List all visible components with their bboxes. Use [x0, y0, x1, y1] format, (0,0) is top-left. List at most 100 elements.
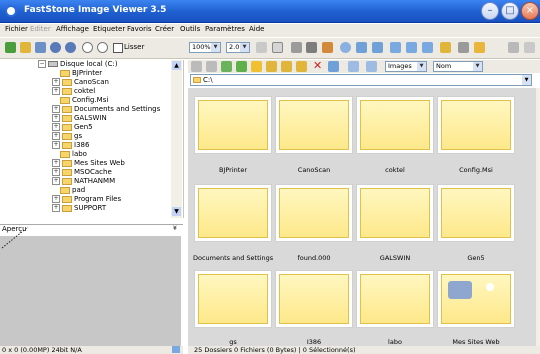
favorites-icon[interactable] [474, 42, 485, 53]
menu-favoris[interactable]: Favoris [127, 25, 152, 33]
open-folder-icon[interactable] [20, 42, 31, 53]
email-icon[interactable] [372, 42, 383, 53]
menu-affichage[interactable]: Affichage [56, 25, 89, 33]
menu-fichier[interactable]: Fichier [5, 25, 28, 33]
delete-icon[interactable]: ✕ [313, 59, 322, 72]
back-icon[interactable] [191, 61, 202, 72]
menu-etiqueter[interactable]: Etiqueter [93, 25, 125, 33]
tree-node[interactable]: + I386 [52, 141, 89, 150]
thumbnail[interactable] [356, 96, 434, 154]
tree-node[interactable]: BJPrinter [60, 69, 102, 78]
thumbnail-label: Documents and Settings [193, 254, 274, 262]
lisser-checkbox[interactable] [113, 43, 123, 53]
select-icon[interactable] [272, 42, 283, 53]
path-value: C:\ [203, 76, 213, 84]
tree-node[interactable]: + Program Files [52, 195, 121, 204]
save-icon[interactable] [35, 42, 46, 53]
panel-icon[interactable] [172, 346, 180, 353]
thumbnail[interactable] [437, 96, 515, 154]
zoom-out-icon[interactable] [97, 42, 108, 53]
layout-icon[interactable] [508, 42, 519, 53]
print-icon[interactable] [458, 42, 469, 53]
minimize-button[interactable]: – [481, 2, 499, 20]
path-dropdown-icon[interactable]: ▼ [522, 75, 531, 85]
thumbnail[interactable] [194, 96, 272, 154]
close-button[interactable]: × [521, 2, 539, 20]
menu-outils[interactable]: Outils [180, 25, 200, 33]
tree-node[interactable]: + MSOCache [52, 168, 112, 177]
tree-node[interactable]: + Gen5 [52, 123, 93, 132]
details-view-icon[interactable] [366, 61, 377, 72]
thumbnail[interactable] [275, 184, 353, 242]
tree-node[interactable]: + Documents and Settings [52, 105, 160, 114]
draw-icon[interactable] [322, 42, 333, 53]
slideshow-icon[interactable] [440, 42, 451, 53]
tree-node-drive[interactable]: − Disque local (C:) [38, 60, 118, 69]
prev-icon[interactable] [50, 42, 61, 53]
thumbnail-label: Config.Msi [459, 166, 493, 174]
thumb-view-icon[interactable] [348, 61, 359, 72]
menu-aide[interactable]: Aide [249, 25, 264, 33]
app-icon[interactable] [5, 5, 17, 17]
select-all-icon[interactable] [328, 61, 339, 72]
compare-icon[interactable] [406, 42, 417, 53]
resize-icon[interactable] [291, 42, 302, 53]
path-input[interactable]: C:\ ▼ [190, 74, 532, 86]
ratio-combo[interactable]: 2.0 ▼ [226, 42, 250, 53]
menu-creer[interactable]: Créer [155, 25, 174, 33]
grid-icon[interactable] [390, 42, 401, 53]
thumbnail[interactable] [194, 184, 272, 242]
next-icon[interactable] [65, 42, 76, 53]
scroll-up-icon[interactable]: ▲ [172, 61, 181, 70]
settings-icon[interactable] [524, 42, 535, 53]
rotate-icon[interactable] [340, 42, 351, 53]
tree-node[interactable]: + CanoScan [52, 78, 109, 87]
menu-editer[interactable]: Editer [30, 25, 51, 33]
tree-node[interactable]: + SUPPORT [52, 204, 106, 213]
refresh-icon[interactable] [236, 61, 247, 72]
thumbnail-label: Gen5 [467, 254, 485, 262]
menu-parametres[interactable]: Paramètres [205, 25, 245, 33]
browser-toolbar: ✕ Images ▼ Nom ▼ [188, 59, 540, 73]
thumbnail[interactable] [356, 184, 434, 242]
tree-node[interactable]: Config.Msi [60, 96, 108, 105]
lisser-label: Lisser [124, 43, 145, 51]
thumbnail[interactable] [437, 184, 515, 242]
tree-node[interactable]: labo [60, 150, 87, 159]
forward-icon[interactable] [206, 61, 217, 72]
flip-icon[interactable] [356, 42, 367, 53]
thumbnail[interactable] [194, 270, 272, 328]
zoom-in-icon[interactable] [82, 42, 93, 53]
scroll-down-icon[interactable]: ▼ [172, 207, 181, 216]
zoom-combo[interactable]: 100% ▼ [189, 42, 221, 53]
thumbnail-label: GALSWIN [379, 254, 411, 262]
fullscreen-icon[interactable] [422, 42, 433, 53]
thumbnail[interactable] [437, 270, 515, 328]
thumbnail[interactable] [356, 270, 434, 328]
hand-icon[interactable] [256, 42, 267, 53]
tree-node[interactable]: + gs [52, 132, 82, 141]
up-folder-icon[interactable] [221, 61, 232, 72]
folder-tree: − Disque local (C:) BJPrinter + CanoScan +… [0, 60, 184, 218]
thumbnail-label: found.000 [297, 254, 331, 262]
tree-node[interactable]: + Mes Sites Web [52, 159, 125, 168]
thumbnail[interactable] [275, 96, 353, 154]
maximize-button[interactable]: □ [501, 2, 519, 20]
copy-folder-icon[interactable] [281, 61, 292, 72]
new-folder-icon[interactable] [266, 61, 277, 72]
thumbnail[interactable] [275, 270, 353, 328]
tree-scrollbar[interactable]: ▲ ▼ [171, 60, 182, 218]
view-mode-combo[interactable]: Images ▼ [385, 61, 427, 72]
tree-node[interactable]: + GALSWIN [52, 114, 107, 123]
tree-node[interactable]: + NATHANMM [52, 177, 115, 186]
browse-icon[interactable] [5, 42, 16, 53]
thumb-scrollbar[interactable] [536, 88, 540, 346]
move-folder-icon[interactable] [296, 61, 307, 72]
tree-node[interactable]: + coktel [52, 87, 95, 96]
folder-count: 25 Dossiers 0 Fichiers (0 Bytes) | 0 Sél… [194, 346, 356, 354]
tree-node[interactable]: pad [60, 186, 85, 195]
collapse-icon[interactable]: ¥ [173, 225, 177, 232]
star-icon[interactable] [251, 61, 262, 72]
crop-icon[interactable] [306, 42, 317, 53]
sort-combo[interactable]: Nom ▼ [433, 61, 483, 72]
